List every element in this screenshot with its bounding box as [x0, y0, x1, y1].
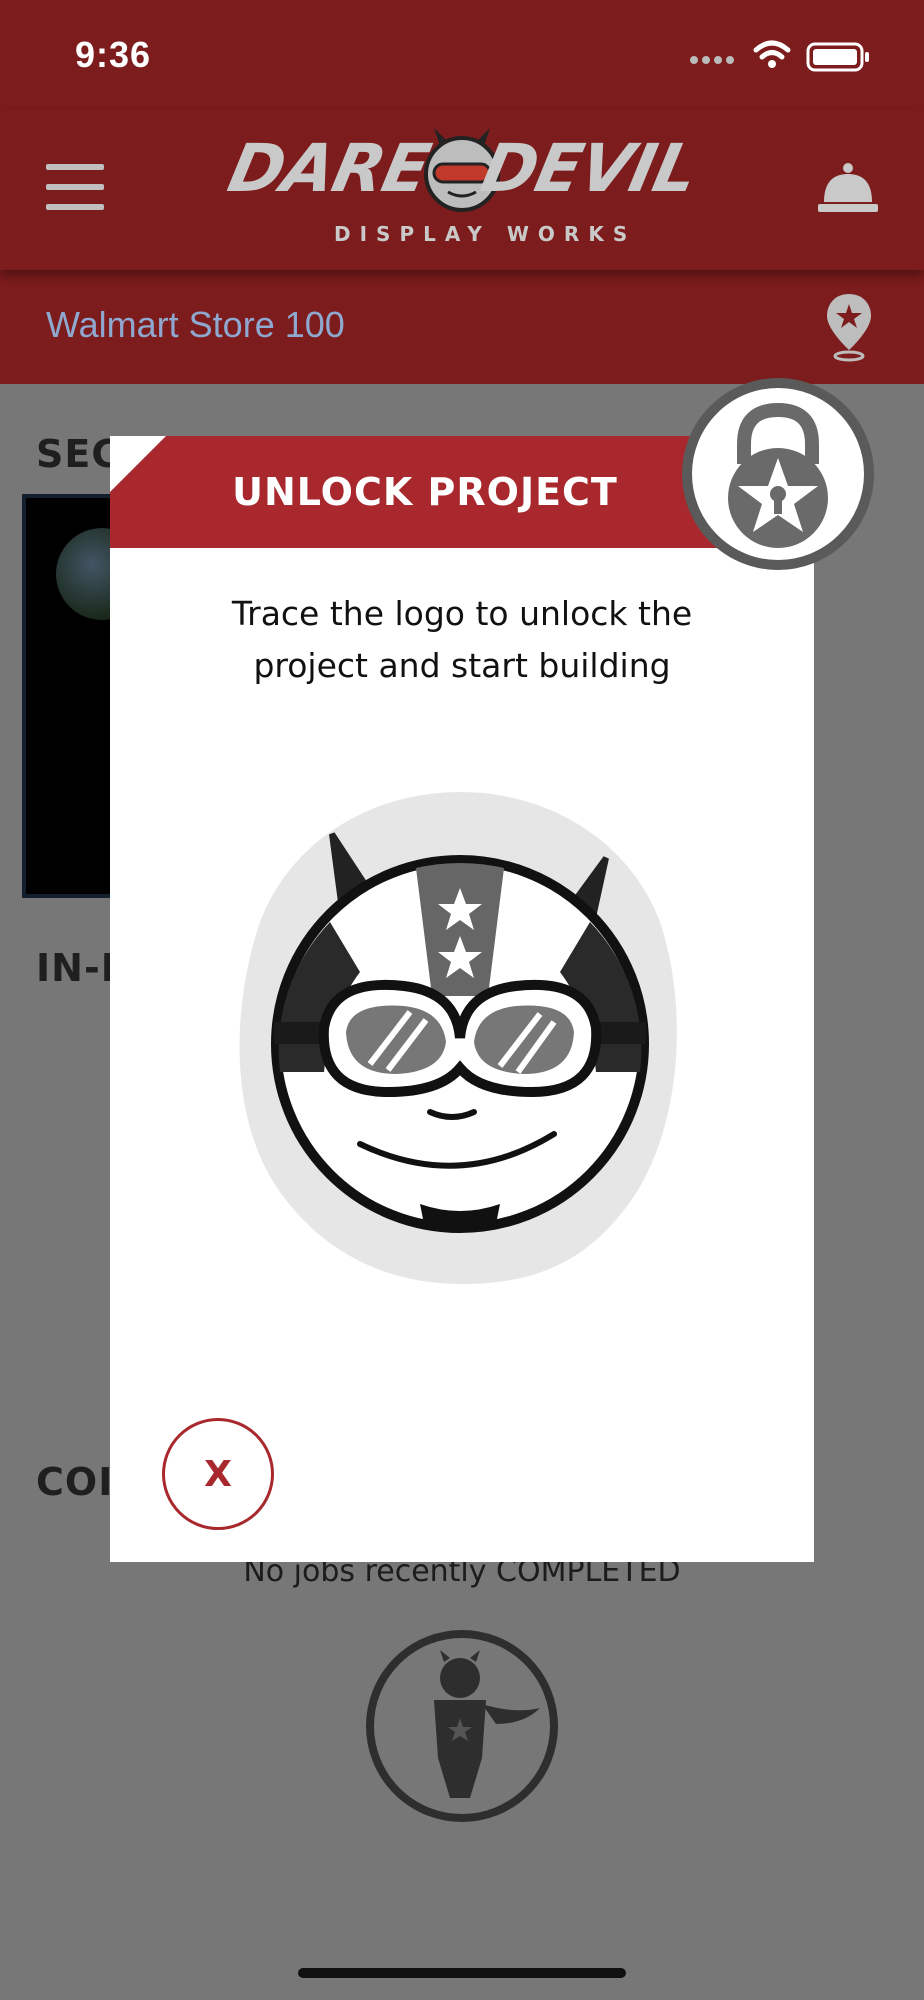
padlock-star-icon — [682, 378, 874, 570]
unlock-project-modal: UNLOCK PROJECT Trace the logo to unlock … — [110, 436, 814, 1562]
signal-icon — [690, 56, 734, 64]
brand-word-devil: DEVIL — [475, 130, 705, 207]
brand-logo: DARE DEVIL DISPLAY WORKS — [222, 128, 704, 250]
modal-message: Trace the logo to unlock the project and… — [150, 588, 774, 692]
brand-subtitle: DISPLAY WORKS — [334, 222, 637, 246]
wifi-dot-icon — [768, 60, 776, 68]
modal-title: UNLOCK PROJECT — [232, 470, 618, 514]
close-button[interactable]: X — [162, 1418, 274, 1530]
status-bar: 9:36 — [0, 0, 924, 110]
menu-button[interactable] — [46, 164, 106, 212]
store-name[interactable]: Walmart Store 100 — [46, 304, 345, 346]
modal-message-line2: project and start building — [253, 646, 671, 685]
status-time: 9:36 — [75, 34, 152, 75]
status-icons — [690, 40, 869, 72]
service-bell-icon[interactable] — [816, 160, 880, 216]
store-bar: Walmart Store 100 — [0, 270, 924, 384]
modal-message-line1: Trace the logo to unlock the — [231, 594, 693, 633]
devil-helmet-logo-icon[interactable] — [220, 772, 700, 1292]
star-map-pin-icon[interactable] — [824, 292, 874, 362]
wifi-icon — [753, 40, 791, 60]
home-indicator[interactable] — [298, 1968, 626, 1978]
battery-icon — [806, 42, 869, 72]
app-header: DARE DEVIL DISPLAY WORKS — [0, 110, 924, 270]
hamburger-icon — [46, 164, 104, 170]
brand-word-dare: DARE — [221, 130, 436, 207]
